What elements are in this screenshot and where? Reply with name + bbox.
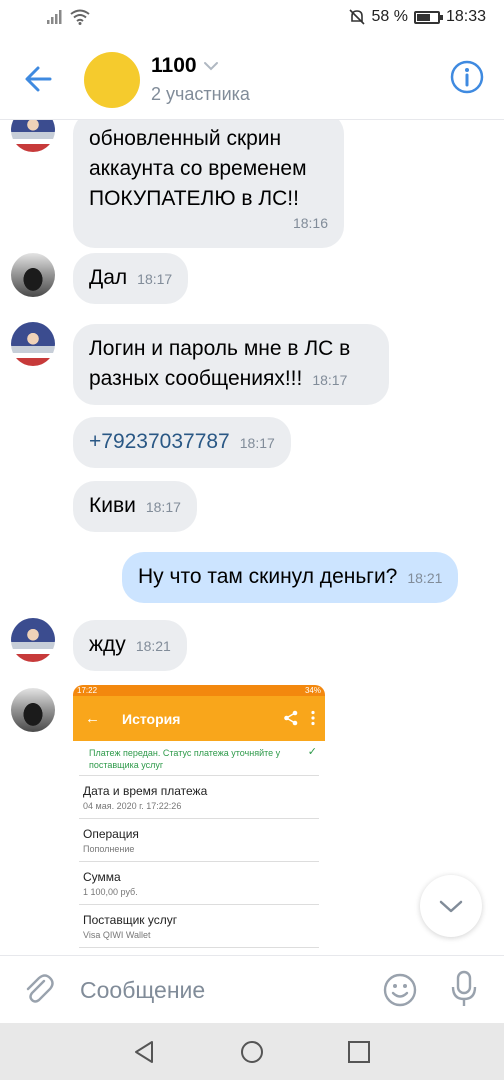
photo-detail-label: Операция: [83, 827, 139, 841]
message-text: Ну что там скинул деньги?: [138, 565, 398, 588]
message-text: Киви: [89, 494, 136, 517]
checkmark-icon: ✓: [307, 746, 317, 758]
photo-detail-row: Дата и время платежа 04 мая. 2020 г. 17:…: [79, 776, 319, 819]
battery-percent: 58 %: [371, 8, 408, 25]
avatar[interactable]: [11, 120, 55, 152]
message-text: Дал: [89, 266, 128, 289]
message-input[interactable]: [80, 972, 360, 1008]
share-icon: [284, 710, 298, 726]
bell-muted-icon: [349, 9, 366, 25]
message-text-line: разных сообщениях!!!: [89, 367, 303, 390]
battery-icon: [413, 10, 443, 24]
message-text-line: Логин и пароль мне в ЛС в: [89, 337, 351, 360]
avatar[interactable]: [11, 688, 55, 732]
photo-payment-status-text: Платеж передан. Статус платежа уточняйте…: [89, 748, 281, 770]
chat-participants: 2 участника: [151, 84, 250, 104]
back-arrow-icon[interactable]: [20, 60, 58, 98]
battery-fill: [416, 13, 430, 21]
message-time: 18:17: [137, 271, 173, 287]
photo-battery: 34%: [304, 686, 321, 695]
message-time: 18:17: [239, 435, 275, 451]
signal-indicators: [46, 9, 90, 25]
message-bubble[interactable]: +79237037787 18:17: [73, 417, 291, 468]
message-list[interactable]: обновленный скрин аккаунта со временем П…: [0, 120, 504, 955]
photo-detail-value: 1 100,00 руб.: [83, 887, 138, 897]
photo-status-time: 17:22: [77, 686, 98, 695]
message-bubble[interactable]: Киви 18:17: [73, 481, 197, 532]
scroll-down-button[interactable]: [420, 875, 482, 937]
photo-app-title: История: [122, 710, 181, 727]
nav-home-icon[interactable]: [237, 1037, 267, 1067]
compose-bar: [0, 955, 504, 1023]
chat-title: 1100: [151, 54, 197, 77]
mic-icon[interactable]: [448, 970, 480, 1008]
message-text-line: обновленный скрин: [89, 127, 282, 150]
photo-detail-row: Операция Пополнение: [79, 819, 319, 862]
message-time: 18:21: [135, 638, 171, 654]
emoji-icon[interactable]: [382, 972, 418, 1008]
avatar[interactable]: [11, 618, 55, 662]
clock: 18:33: [445, 8, 486, 25]
photo-detail-value: 04 мая. 2020 г. 17:22:26: [83, 801, 182, 811]
status-bar: 58 % 18:33: [0, 0, 504, 38]
avatar[interactable]: [11, 253, 55, 297]
message-text: жду: [89, 633, 126, 656]
photo-app-icons: [283, 710, 315, 726]
avatar[interactable]: [11, 322, 55, 366]
status-right: 58 % 18:33: [349, 8, 486, 26]
message-text-line: аккаунта со временем: [89, 157, 307, 180]
phone-link[interactable]: +79237037787: [89, 430, 230, 453]
message-bubble-outgoing[interactable]: Ну что там скинул деньги? 18:21: [122, 552, 459, 603]
photo-detail-value: Пополнение: [83, 844, 135, 854]
more-vertical-icon: [311, 710, 315, 726]
message-bubble[interactable]: обновленный скрин аккаунта со временем П…: [73, 120, 344, 248]
cellular-signal-icon: [47, 10, 62, 24]
chat-header: 1100 2 участника: [0, 38, 504, 120]
system-nav-bar: [0, 1023, 504, 1080]
photo-detail-label: Поставщик услуг: [83, 913, 178, 927]
nav-back-icon[interactable]: [130, 1037, 160, 1067]
chat-avatar[interactable]: [84, 52, 140, 108]
info-icon[interactable]: [450, 60, 484, 94]
chat-title-row[interactable]: 1100: [151, 54, 219, 78]
wifi-icon: [70, 9, 90, 25]
photo-detail-label: Сумма: [83, 870, 121, 884]
nav-recents-icon[interactable]: [344, 1037, 374, 1067]
attach-icon[interactable]: [22, 972, 56, 1006]
chevron-down-icon: [203, 62, 218, 71]
photo-back-arrow-icon: ←: [85, 710, 100, 727]
photo-attachment[interactable]: 17:22 34% ← История Платеж передан. Стат…: [73, 685, 325, 955]
photo-detail-value: Visa QIWI Wallet: [83, 930, 151, 940]
message-bubble[interactable]: жду 18:21: [73, 620, 187, 671]
message-time: 18:17: [312, 372, 348, 388]
message-time: 18:21: [407, 570, 443, 586]
photo-detail-row: Сумма 1 100,00 руб.: [79, 862, 319, 905]
photo-status-bar: 17:22 34%: [73, 685, 325, 696]
message-time: 18:17: [145, 499, 181, 515]
message-bubble[interactable]: Дал 18:17: [73, 253, 189, 304]
photo-detail-label: Дата и время платежа: [83, 784, 208, 798]
scroll-down-icon: [439, 900, 463, 913]
message-bubble[interactable]: Логин и пароль мне в ЛС в разных сообщен…: [73, 324, 389, 405]
photo-app-bar: ← История: [73, 696, 325, 741]
photo-payment-status: Платеж передан. Статус платежа уточняйте…: [79, 741, 319, 776]
photo-detail-row: Поставщик услуг Visa QIWI Wallet: [79, 905, 319, 948]
